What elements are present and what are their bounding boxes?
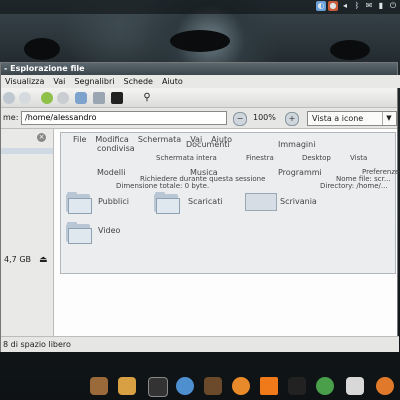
overlay-info: Directory: /home/... (320, 182, 388, 190)
stop-icon[interactable] (57, 92, 69, 104)
folder-icon[interactable] (66, 192, 92, 214)
top-panel: ◐ ● ◂ ᛒ ✉ ▮ ⏻ (0, 0, 400, 14)
folder-label-pubblici[interactable]: Pubblici (98, 197, 129, 206)
statusbar: 8 di spazio libero (1, 336, 399, 352)
overlay-label-programmi: Programmi (278, 168, 322, 177)
terminal-app-icon[interactable] (148, 377, 168, 397)
overlay-label-documenti: Documenti (186, 140, 230, 149)
zoom-in-icon[interactable]: + (285, 112, 299, 126)
overlay-small-label: Schermata intera (156, 154, 217, 162)
volume-icon[interactable]: ◂ (340, 1, 350, 11)
desktop-folder-icon[interactable] (245, 193, 277, 211)
back-icon[interactable] (3, 92, 15, 104)
view-mode-label: Vista a icone (312, 114, 364, 123)
wallpaper-figure (330, 40, 370, 60)
eject-icon[interactable]: ⏏ (39, 255, 48, 265)
bluetooth-icon[interactable]: ᛒ (352, 1, 362, 11)
menu-aiuto[interactable]: Aiuto (162, 75, 183, 88)
bird-app-icon[interactable] (376, 377, 394, 395)
editor-icon[interactable] (346, 377, 364, 395)
menu-vai[interactable]: Vai (53, 75, 65, 88)
folder-label-video[interactable]: Video (98, 226, 120, 235)
folder-icon[interactable] (154, 192, 180, 214)
folder-app-icon[interactable] (118, 377, 136, 395)
sidebar: × 4,7 GB ⏏ (1, 129, 54, 336)
location-bar: me: − 100% + Vista a icone ▼ (1, 108, 397, 129)
view-mode-select[interactable]: Vista a icone ▼ (307, 111, 397, 126)
search-icon[interactable]: ⚲ (141, 92, 153, 104)
user-icon[interactable] (90, 377, 108, 395)
zoom-out-icon[interactable]: − (233, 112, 247, 126)
overlay-menu-schermata[interactable]: Schermata (138, 135, 181, 144)
folder-label-scrivania[interactable]: Scrivania (280, 197, 317, 206)
vlc-icon[interactable] (260, 377, 278, 395)
overlay-small-label: Finestra (246, 154, 274, 162)
up-icon[interactable] (19, 92, 31, 104)
wallpaper-figure (24, 38, 60, 60)
menu-segnalibri[interactable]: Segnalibri (74, 75, 114, 88)
folder-label-scaricati[interactable]: Scaricati (188, 197, 223, 206)
overlay-label-modelli: Modelli (97, 168, 126, 177)
network-icon[interactable]: ◐ (316, 1, 326, 11)
menu-visualizza[interactable]: Visualizza (5, 75, 44, 88)
window-titlebar[interactable]: - Esplorazione file (1, 63, 397, 75)
overlay-small-label: Desktop (302, 154, 331, 162)
system-tray: ◐ ● ◂ ᛒ ✉ ▮ ⏻ (316, 1, 398, 11)
video-editor-icon[interactable] (288, 377, 306, 395)
folder-icon[interactable] (66, 222, 92, 244)
mail-icon[interactable]: ✉ (364, 1, 374, 11)
zoom-level: 100% (253, 113, 276, 122)
reload-icon[interactable] (75, 92, 87, 104)
location-input[interactable] (21, 111, 227, 125)
terminal-icon[interactable] (111, 92, 123, 104)
menubar: Visualizza Vai Segnalibri Schede Aiuto (1, 75, 400, 88)
home-icon[interactable] (41, 92, 53, 104)
toolbar: ⚲ (1, 89, 397, 108)
overlay-label-condivisa: condivisa (97, 144, 135, 153)
close-icon[interactable]: × (37, 133, 46, 142)
firefox-icon[interactable] (232, 377, 250, 395)
browser-icon[interactable] (176, 377, 194, 395)
battery-icon[interactable]: ▮ (376, 1, 386, 11)
menu-schede[interactable]: Schede (123, 75, 152, 88)
overlay-menu-file[interactable]: File (73, 135, 86, 144)
overlay-small-label: Vista (350, 154, 368, 162)
drive-size: 4,7 GB (4, 255, 31, 264)
overlay-info: Dimensione totale: 0 byte. (116, 182, 210, 190)
overlay-label-immagini: Immagini (278, 140, 316, 149)
computer-icon[interactable] (93, 92, 105, 104)
shutdown-icon[interactable]: ⏻ (388, 1, 398, 11)
overlay-menu-modifica[interactable]: Modifica (95, 135, 128, 144)
location-label: me: (3, 113, 19, 122)
chat-icon[interactable] (316, 377, 334, 395)
settings-icon[interactable] (204, 377, 222, 395)
window-title: - Esplorazione file (4, 64, 85, 73)
sidebar-selected-row[interactable] (1, 148, 53, 154)
dock (86, 374, 400, 400)
updates-icon[interactable]: ● (328, 1, 338, 11)
wallpaper-figure (170, 30, 230, 52)
free-space-text: 8 di spazio libero (3, 340, 71, 349)
chevron-down-icon: ▼ (382, 112, 395, 125)
